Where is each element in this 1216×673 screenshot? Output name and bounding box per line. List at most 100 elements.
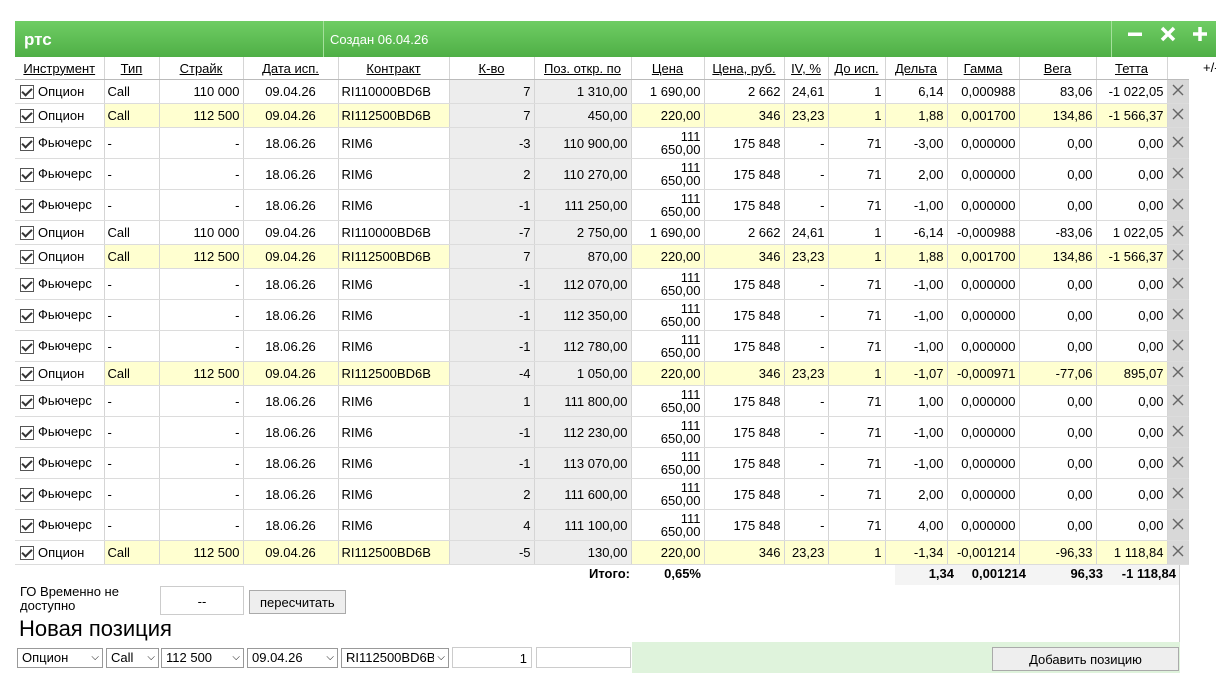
- add-icon[interactable]: [1187, 25, 1213, 51]
- close-icon[interactable]: [1155, 25, 1181, 51]
- row-checkbox[interactable]: [20, 226, 34, 241]
- column-header[interactable]: К-во: [449, 57, 535, 80]
- delete-row-icon[interactable]: [1166, 416, 1189, 448]
- open-price-cell[interactable]: 112 780,00: [534, 330, 632, 362]
- row-checkbox[interactable]: [20, 308, 34, 323]
- strike-select[interactable]: 112 500 ⌵: [161, 648, 244, 668]
- quantity-input[interactable]: 1: [452, 647, 532, 668]
- contract-cell: RI112500BD6B: [338, 361, 450, 386]
- row-checkbox[interactable]: [20, 85, 34, 100]
- open-price-cell[interactable]: 130,00: [534, 540, 632, 565]
- delete-row-icon[interactable]: [1166, 220, 1189, 245]
- quantity-cell[interactable]: -1: [449, 268, 535, 300]
- column-header[interactable]: Инструмент: [15, 57, 105, 80]
- open-price-cell[interactable]: 111 250,00: [534, 189, 632, 221]
- delete-row-icon[interactable]: [1166, 385, 1189, 417]
- quantity-cell[interactable]: 1: [449, 385, 535, 417]
- open-price-input[interactable]: [536, 647, 631, 668]
- gamma-cell: -0,000988: [947, 220, 1020, 245]
- add-position-button[interactable]: Добавить позицию: [992, 647, 1179, 671]
- quantity-cell[interactable]: -1: [449, 299, 535, 331]
- open-price-cell[interactable]: 1 050,00: [534, 361, 632, 386]
- instrument-select[interactable]: Опцион ⌵: [17, 648, 103, 668]
- column-header[interactable]: Гамма: [947, 57, 1020, 80]
- instrument-label: Фьючерс: [38, 197, 92, 213]
- row-checkbox[interactable]: [20, 136, 34, 151]
- column-header[interactable]: Поз. откр. по: [534, 57, 632, 80]
- open-price-cell[interactable]: 113 070,00: [534, 447, 632, 479]
- delete-row-icon[interactable]: [1166, 299, 1189, 331]
- column-header[interactable]: До исп.: [828, 57, 886, 80]
- quantity-cell[interactable]: 4: [449, 509, 535, 541]
- column-header[interactable]: Дельта: [885, 57, 948, 80]
- row-checkbox[interactable]: [20, 250, 34, 265]
- delete-row-icon[interactable]: [1166, 540, 1189, 565]
- minimize-icon[interactable]: [1122, 25, 1148, 51]
- open-price-cell[interactable]: 110 900,00: [534, 127, 632, 159]
- open-price-cell[interactable]: 111 800,00: [534, 385, 632, 417]
- open-price-cell[interactable]: 2 750,00: [534, 220, 632, 245]
- open-price-cell[interactable]: 110 270,00: [534, 158, 632, 190]
- open-price-cell[interactable]: 111 600,00: [534, 478, 632, 510]
- row-checkbox[interactable]: [20, 167, 34, 182]
- row-checkbox[interactable]: [20, 546, 34, 561]
- open-price-cell[interactable]: 111 100,00: [534, 509, 632, 541]
- delete-row-icon[interactable]: [1166, 509, 1189, 541]
- row-checkbox[interactable]: [20, 518, 34, 533]
- column-header[interactable]: Цена, руб.: [704, 57, 785, 80]
- delete-row-icon[interactable]: [1166, 447, 1189, 479]
- open-price-cell[interactable]: 112 070,00: [534, 268, 632, 300]
- quantity-cell[interactable]: -4: [449, 361, 535, 386]
- delete-row-icon[interactable]: [1166, 244, 1189, 269]
- delete-row-icon[interactable]: [1166, 103, 1189, 128]
- open-price-cell[interactable]: 112 230,00: [534, 416, 632, 448]
- delete-row-icon[interactable]: [1166, 189, 1189, 221]
- row-checkbox[interactable]: [20, 425, 34, 440]
- row-checkbox[interactable]: [20, 198, 34, 213]
- row-checkbox[interactable]: [20, 367, 34, 382]
- delete-row-icon[interactable]: [1166, 79, 1189, 104]
- delta-cell: 1,88: [885, 103, 948, 128]
- column-header[interactable]: Страйк: [159, 57, 244, 80]
- column-header[interactable]: Контракт: [338, 57, 450, 80]
- delete-row-icon[interactable]: [1166, 268, 1189, 300]
- column-header[interactable]: Тип: [104, 57, 160, 80]
- date-select[interactable]: 09.04.26 ⌵: [247, 648, 338, 668]
- quantity-cell[interactable]: -1: [449, 447, 535, 479]
- column-header[interactable]: Вега: [1019, 57, 1097, 80]
- row-checkbox[interactable]: [20, 109, 34, 124]
- quantity-cell[interactable]: -3: [449, 127, 535, 159]
- quantity-cell[interactable]: -5: [449, 540, 535, 565]
- column-header[interactable]: Цена: [631, 57, 705, 80]
- row-checkbox[interactable]: [20, 456, 34, 471]
- delete-row-icon[interactable]: [1166, 158, 1189, 190]
- quantity-cell[interactable]: 7: [449, 244, 535, 269]
- quantity-cell[interactable]: -1: [449, 416, 535, 448]
- open-price-cell[interactable]: 112 350,00: [534, 299, 632, 331]
- quantity-cell[interactable]: 7: [449, 79, 535, 104]
- delete-row-icon[interactable]: [1166, 330, 1189, 362]
- quantity-cell[interactable]: -1: [449, 189, 535, 221]
- row-checkbox[interactable]: [20, 394, 34, 409]
- quantity-cell[interactable]: -1: [449, 330, 535, 362]
- quantity-cell[interactable]: 7: [449, 103, 535, 128]
- row-checkbox[interactable]: [20, 487, 34, 502]
- column-header[interactable]: Тетта: [1096, 57, 1168, 80]
- delete-row-icon[interactable]: [1166, 127, 1189, 159]
- row-checkbox[interactable]: [20, 339, 34, 354]
- open-price-cell[interactable]: 870,00: [534, 244, 632, 269]
- type-select[interactable]: Call ⌵: [106, 648, 159, 668]
- plus-minus-header[interactable]: +/-: [1203, 60, 1216, 75]
- recalculate-button[interactable]: пересчитать: [249, 590, 346, 614]
- quantity-cell[interactable]: 2: [449, 158, 535, 190]
- row-checkbox[interactable]: [20, 277, 34, 292]
- open-price-cell[interactable]: 1 310,00: [534, 79, 632, 104]
- column-header[interactable]: Дата исп.: [243, 57, 339, 80]
- delete-row-icon[interactable]: [1166, 361, 1189, 386]
- delete-row-icon[interactable]: [1166, 478, 1189, 510]
- column-header[interactable]: IV, %: [784, 57, 829, 80]
- contract-select[interactable]: RI112500BD6B ⌵: [341, 648, 449, 668]
- quantity-cell[interactable]: 2: [449, 478, 535, 510]
- quantity-cell[interactable]: -7: [449, 220, 535, 245]
- open-price-cell[interactable]: 450,00: [534, 103, 632, 128]
